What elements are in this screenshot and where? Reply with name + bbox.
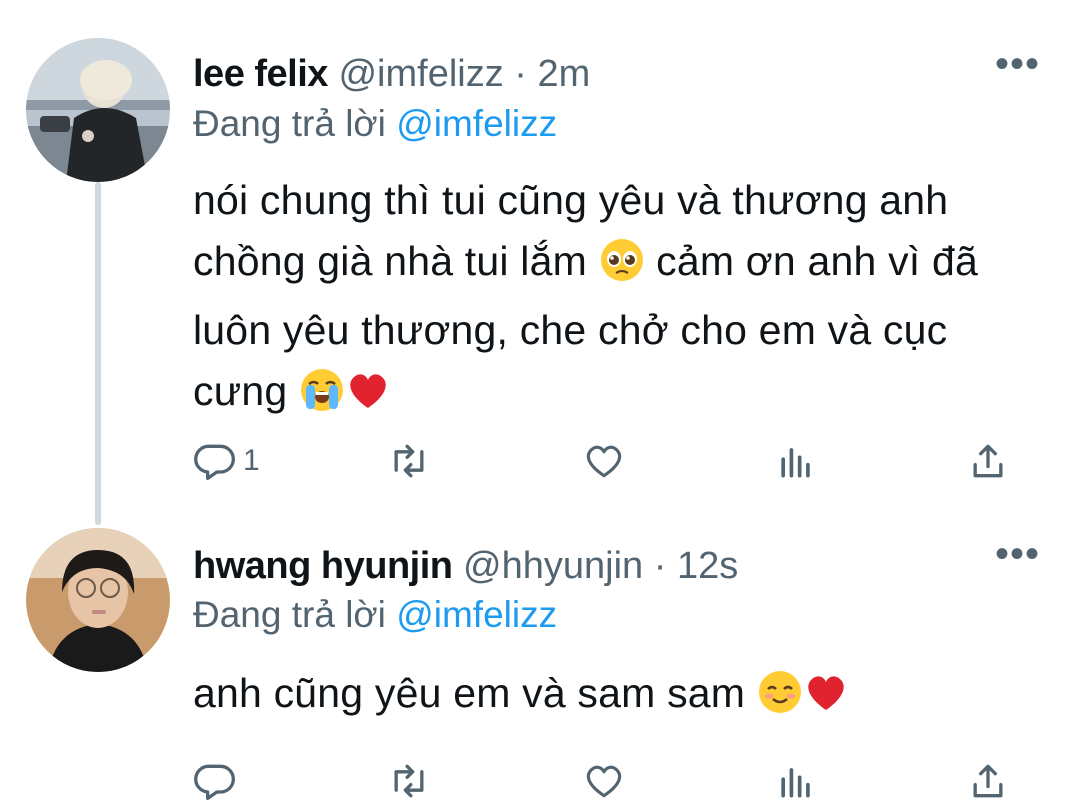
timestamp[interactable]: 12s bbox=[677, 545, 738, 587]
views-button[interactable] bbox=[774, 757, 818, 805]
tweet-header: lee felix @imfelizz · 2m bbox=[193, 52, 590, 96]
loudly-crying-face-icon bbox=[299, 367, 345, 430]
replying-to: Đang trả lời @imfelizz bbox=[193, 594, 557, 636]
share-icon bbox=[973, 764, 1003, 798]
tweet-text-line: cưng bbox=[193, 368, 288, 414]
pleading-face-icon bbox=[599, 237, 645, 300]
replying-to-label: Đang trả lời bbox=[193, 594, 386, 635]
reply-button[interactable]: 1 bbox=[193, 437, 260, 485]
display-name[interactable]: lee felix bbox=[193, 53, 328, 95]
like-icon bbox=[586, 445, 622, 478]
avatar[interactable] bbox=[26, 528, 170, 672]
retweet-icon bbox=[394, 444, 424, 478]
separator-dot: · bbox=[514, 53, 527, 95]
retweet-icon bbox=[394, 764, 424, 798]
like-icon bbox=[586, 765, 622, 798]
like-button[interactable] bbox=[582, 757, 626, 805]
views-button[interactable] bbox=[774, 437, 818, 485]
replying-to: Đang trả lời @imfelizz bbox=[193, 103, 557, 145]
more-options-icon[interactable]: ••• bbox=[995, 44, 1040, 84]
views-icon bbox=[781, 448, 810, 478]
retweet-button[interactable] bbox=[387, 437, 431, 485]
tweet-text-line: cảm ơn anh vì đã bbox=[656, 238, 978, 284]
replying-to-mention[interactable]: @imfelizz bbox=[396, 103, 557, 144]
tweet-actions bbox=[0, 757, 1080, 807]
tweet-text-line: nói chung thì tui cũng yêu và thương anh bbox=[193, 177, 949, 223]
replying-to-mention[interactable]: @imfelizz bbox=[396, 594, 557, 635]
retweet-button[interactable] bbox=[387, 757, 431, 805]
tweet-header: hwang hyunjin @hhyunjin · 12s bbox=[193, 544, 738, 588]
separator-dot: · bbox=[653, 545, 667, 587]
more-options-icon[interactable]: ••• bbox=[995, 534, 1040, 574]
display-name[interactable]: hwang hyunjin bbox=[193, 545, 453, 587]
tweet-text-line: chồng già nhà tui lắm bbox=[193, 238, 587, 284]
share-button[interactable] bbox=[966, 757, 1010, 805]
tweet-text: nói chung thì tui cũng yêu và thương anh… bbox=[193, 170, 1053, 430]
tweet-text: anh cũng yêu em và sam sam bbox=[193, 663, 1053, 732]
reply-button[interactable] bbox=[193, 757, 243, 805]
smiling-face-icon bbox=[757, 669, 803, 732]
timestamp[interactable]: 2m bbox=[538, 53, 591, 95]
user-handle[interactable]: @hhyunjin bbox=[463, 545, 643, 587]
like-button[interactable] bbox=[582, 437, 626, 485]
avatar[interactable] bbox=[26, 38, 170, 182]
views-icon bbox=[781, 768, 810, 798]
tweet-text-line: anh cũng yêu em và sam sam bbox=[193, 670, 746, 716]
share-button[interactable] bbox=[966, 437, 1010, 485]
share-icon bbox=[973, 444, 1003, 478]
user-handle[interactable]: @imfelizz bbox=[338, 53, 503, 95]
red-heart-icon bbox=[803, 669, 849, 732]
tweet-text-line: luôn yêu thương, che chở cho em và cục bbox=[193, 307, 948, 353]
reply-icon bbox=[194, 444, 235, 481]
red-heart-icon bbox=[345, 367, 391, 430]
reply-icon bbox=[194, 764, 235, 801]
tweet-actions: 1 bbox=[0, 437, 1080, 487]
replying-to-label: Đang trả lời bbox=[193, 103, 386, 144]
reply-count: 1 bbox=[243, 444, 260, 477]
